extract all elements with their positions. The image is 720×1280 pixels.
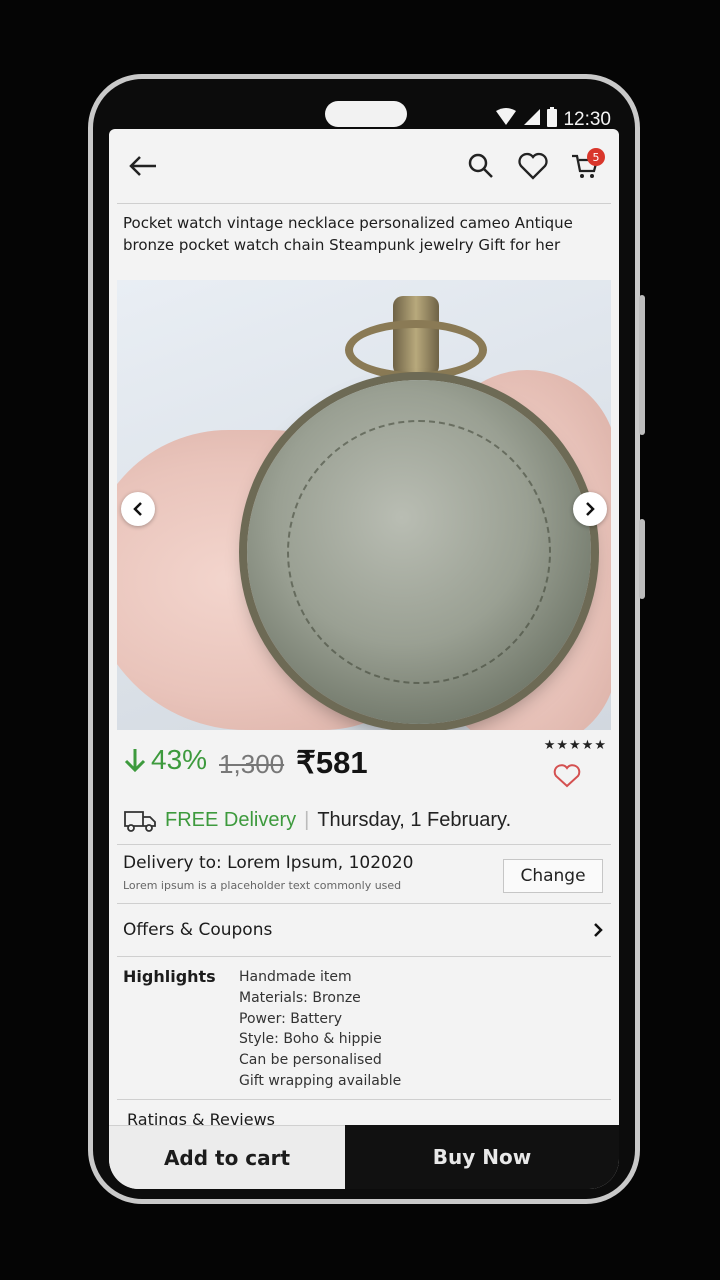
highlight-item: Can be personalised	[239, 1052, 382, 1069]
clock: 12:30	[563, 109, 611, 130]
heart-icon	[518, 152, 548, 180]
sale-price: ₹581	[296, 745, 368, 780]
arrow-down-icon	[124, 749, 146, 773]
delivery-info: FREE Delivery | Thursday, 1 February.	[109, 804, 619, 836]
back-arrow-icon	[129, 156, 156, 176]
search-icon	[468, 153, 493, 178]
delivery-truck-icon	[124, 811, 156, 832]
search-button[interactable]	[461, 146, 501, 186]
offers-label: Offers & Coupons	[123, 920, 273, 940]
product-image-gallery[interactable]	[117, 280, 611, 730]
wishlist-button[interactable]	[513, 146, 553, 186]
offers-coupons-row[interactable]: Offers & Coupons	[109, 904, 619, 956]
highlight-item: Style: Boho & hippie	[239, 1031, 382, 1048]
delivery-date: Thursday, 1 February.	[317, 808, 512, 831]
watch-ring	[345, 320, 487, 380]
original-price: 1,300	[219, 749, 285, 779]
phone-frame: 12:30 5 Pocket watch vintage necklace pe…	[88, 74, 645, 1204]
product-title: Pocket watch vintage necklace personaliz…	[123, 214, 573, 254]
add-to-wishlist-button[interactable]	[553, 764, 581, 792]
delivery-address: Delivery to: Lorem Ipsum, 102020 Lorem i…	[109, 845, 619, 903]
heart-outline-icon	[553, 764, 581, 788]
chevron-left-icon	[133, 502, 142, 516]
highlight-item: Materials: Bronze	[239, 989, 361, 1006]
price-section: 43% 1,300 ₹581 ★★★★★	[109, 730, 619, 804]
change-address-button[interactable]: Change	[503, 859, 603, 893]
highlights-label: Highlights	[123, 967, 216, 986]
speaker-notch	[325, 101, 407, 127]
chevron-right-icon	[594, 923, 603, 937]
product-photo-watch	[247, 380, 591, 724]
highlight-item: Handmade item	[239, 969, 352, 985]
highlight-item: Gift wrapping available	[239, 1072, 402, 1089]
app-screen: 5 Pocket watch vintage necklace personal…	[109, 129, 619, 1189]
bottom-action-bar: Add to cart Buy Now	[109, 1125, 619, 1189]
add-to-cart-button[interactable]: Add to cart	[109, 1125, 345, 1189]
cart-count-badge: 5	[587, 148, 605, 166]
highlights-list: Handmade item Materials: Bronze Power: B…	[239, 967, 401, 1099]
buy-now-button[interactable]: Buy Now	[345, 1125, 619, 1189]
gallery-prev-button[interactable]	[121, 492, 155, 526]
back-button[interactable]	[123, 146, 163, 186]
discount-percent: 43%	[123, 744, 207, 776]
gallery-next-button[interactable]	[573, 492, 607, 526]
highlights-section: Highlights Handmade item Materials: Bron…	[109, 957, 619, 1099]
app-bar: 5	[109, 129, 619, 203]
cart-button[interactable]: 5	[565, 146, 605, 186]
power-button	[639, 519, 645, 599]
separator: |	[304, 808, 310, 831]
highlight-item: Power: Battery	[239, 1010, 343, 1027]
volume-button	[639, 295, 645, 435]
chevron-right-icon	[586, 502, 595, 516]
rating-stars: ★★★★★	[543, 738, 607, 753]
free-delivery-label: FREE Delivery	[165, 808, 297, 831]
